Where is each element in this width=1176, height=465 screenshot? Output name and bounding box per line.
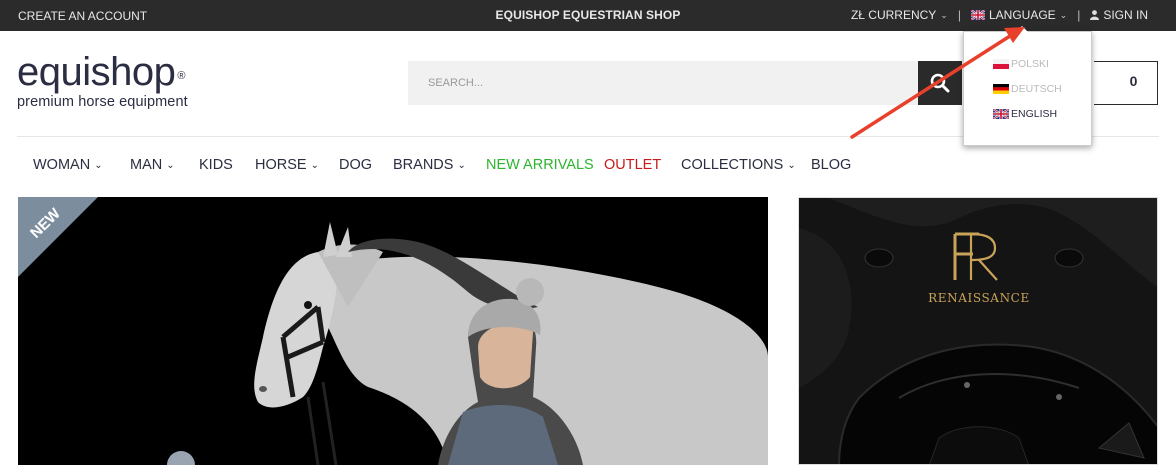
language-option-label: DEUTSCH <box>1011 83 1062 95</box>
language-option-deutsch[interactable]: DEUTSCH <box>993 83 1062 95</box>
language-option-label: POLSKI <box>1011 58 1049 70</box>
nav-item-collections[interactable]: COLLECTIONS ⌄ <box>681 157 811 173</box>
hero-image <box>18 197 768 465</box>
logo-shop: shop <box>90 50 176 94</box>
nav-label: HORSE <box>255 157 307 173</box>
language-option-polski[interactable]: POLSKI <box>993 58 1049 70</box>
chevron-down-icon: ⌄ <box>787 159 796 171</box>
new-ribbon <box>18 197 98 277</box>
main-nav: WOMAN ⌄ MAN ⌄ KIDS HORSE ⌄ DOG BRANDS ⌄ NEW … <box>33 157 851 173</box>
language-option-label: ENGLISH <box>1011 108 1058 120</box>
nav-item-blog[interactable]: BLOG <box>811 157 851 173</box>
nav-label: OUTLET <box>604 157 662 173</box>
language-dropdown: POLSKI DEUTSCH ENGLISH <box>963 26 1092 146</box>
nav-label: KIDS <box>199 157 233 173</box>
chevron-down-icon: ⌄ <box>94 159 103 171</box>
equishop-logo[interactable]: equishop ® premium horse equipment <box>17 52 188 110</box>
nav-label: BRANDS <box>393 157 454 173</box>
nav-item-outlet[interactable]: OUTLET <box>604 157 681 173</box>
nav-item-man[interactable]: MAN ⌄ <box>130 157 199 173</box>
chevron-down-icon: ⌄ <box>940 9 948 20</box>
chevron-down-icon: ⌄ <box>457 159 466 171</box>
sign-in-link[interactable]: SIGN IN <box>1090 8 1148 22</box>
nav-item-dog[interactable]: DOG <box>339 157 393 173</box>
language-selector[interactable]: LANGUAGE ⌄ <box>970 8 1068 22</box>
user-icon <box>1090 10 1100 20</box>
nav-label: MAN <box>130 157 163 173</box>
gb-flag-icon <box>993 109 1009 119</box>
search-placeholder: SEARCH... <box>428 77 484 89</box>
nav-item-brands[interactable]: BRANDS ⌄ <box>393 157 486 173</box>
nav-item-kids[interactable]: KIDS <box>199 157 255 173</box>
gb-flag-icon <box>970 10 985 20</box>
logo-equi: equi <box>17 50 91 94</box>
chevron-down-icon: ⌄ <box>310 159 319 171</box>
nav-item-new-arrivals[interactable]: NEW ARRIVALS <box>486 157 604 173</box>
logo-wordmark: equishop ® <box>17 52 188 92</box>
top-bar-right: ZŁ CURRENCY ⌄ | LANGUAGE ⌄ | SIGN IN <box>851 8 1148 22</box>
nav-item-horse[interactable]: HORSE ⌄ <box>255 157 339 173</box>
nav-label: DOG <box>339 157 373 173</box>
cart-button[interactable]: 0 <box>1094 61 1158 105</box>
language-label: LANGUAGE <box>988 8 1056 22</box>
chevron-down-icon: ⌄ <box>1059 9 1068 20</box>
search-input[interactable]: SEARCH... <box>408 61 918 105</box>
currency-label: ZŁ CURRENCY <box>850 8 937 22</box>
nav-label: WOMAN <box>33 157 91 173</box>
top-bar: CREATE AN ACCOUNT EQUISHOP EQUESTRIAN SH… <box>0 0 1176 31</box>
currency-selector[interactable]: ZŁ CURRENCY ⌄ <box>851 8 948 22</box>
logo-tagline: premium horse equipment <box>17 94 188 110</box>
nav-label: COLLECTIONS <box>681 157 784 173</box>
renaissance-banner[interactable]: RENAISSANCE <box>798 197 1158 465</box>
pl-flag-icon <box>993 59 1009 69</box>
renaissance-title: RENAISSANCE <box>928 291 1030 305</box>
sign-in-label: SIGN IN <box>1103 8 1148 22</box>
hero-banner[interactable]: NEW <box>18 197 768 465</box>
nav-label: BLOG <box>811 157 852 173</box>
chevron-down-icon: ⌄ <box>166 159 175 171</box>
dropdown-caret <box>1016 26 1028 32</box>
nav-label: NEW ARRIVALS <box>486 157 594 173</box>
renaissance-logo-icon <box>953 232 998 281</box>
search-icon <box>930 73 950 93</box>
de-flag-icon <box>993 84 1009 94</box>
separator: | <box>1077 8 1081 22</box>
separator: | <box>957 8 961 22</box>
language-option-english[interactable]: ENGLISH <box>993 108 1057 120</box>
logo-registered-mark: ® <box>177 70 185 82</box>
nav-item-woman[interactable]: WOMAN ⌄ <box>33 157 130 173</box>
cart-count: 0 <box>1129 73 1138 89</box>
search-button[interactable] <box>918 61 962 105</box>
